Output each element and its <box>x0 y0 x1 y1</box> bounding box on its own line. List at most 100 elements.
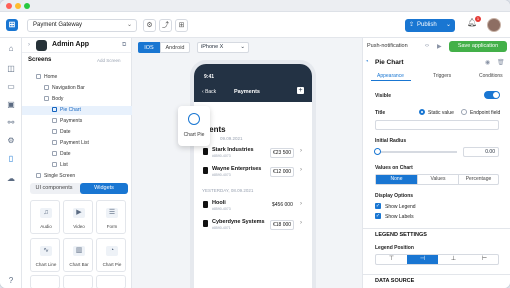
tree-item[interactable]: Single Screen <box>22 172 132 181</box>
tree-item[interactable]: Home <box>22 73 132 82</box>
show-legend-checkbox[interactable]: ✓ <box>375 203 381 209</box>
widget-card[interactable] <box>30 275 60 288</box>
widget-card[interactable]: ▥ Chart Bar <box>63 238 93 272</box>
chart-line-icon: ∿ <box>40 246 52 256</box>
video-icon: ▶ <box>73 208 85 218</box>
add-icon[interactable]: + <box>297 87 304 94</box>
eye-icon[interactable]: ◉ <box>485 59 490 66</box>
radius-input[interactable]: 0.00 <box>463 147 499 157</box>
title-input[interactable] <box>375 120 499 130</box>
screens-title: Screens <box>28 57 52 63</box>
datasource-section[interactable]: DATA SOURCE <box>363 274 510 286</box>
tab-conditions[interactable]: Conditions <box>469 71 509 81</box>
list-item[interactable]: Stark Industries #8590-4073 €23 500 › <box>200 144 308 162</box>
chevron-down-icon: ⌄ <box>126 22 132 28</box>
date-label: 09.09.2021 <box>220 136 243 141</box>
widget-card[interactable]: ◔ Chart Pie <box>96 238 126 272</box>
grid-icon[interactable]: ⊞ <box>175 19 188 32</box>
values-none[interactable]: None <box>376 175 417 184</box>
tree-item[interactable]: Body <box>22 95 132 104</box>
push-notification-button[interactable]: Push-notification <box>367 43 408 49</box>
visible-toggle[interactable] <box>484 91 500 99</box>
list-item[interactable]: Wayne Enterprises #8590-4073 €12 000 › <box>200 163 308 181</box>
tab-ios[interactable]: IOS <box>138 42 160 53</box>
top-toolbar: ⊞ Payment Gateway ⌄ ⚙ ⤴ ⊞ ⇪ Publish ⌄ 🔔︎… <box>0 12 510 38</box>
list-item[interactable]: Cyberdyne Systems #8590-4071 €18 000 › <box>200 216 308 234</box>
tab-triggers[interactable]: Triggers <box>423 71 457 81</box>
widget-card[interactable] <box>96 275 126 288</box>
cloud-icon[interactable]: ☁ <box>6 174 16 184</box>
tag-icon[interactable]: ▣ <box>6 100 16 110</box>
tab-appearance[interactable]: Appearance <box>371 71 411 81</box>
device-select[interactable]: iPhone X ⌄ <box>197 42 249 53</box>
left-rail: ⌂ ◫ ▭ ▣ ⚯ ⚙ ▯ ☁ ? <box>0 38 22 288</box>
screen-title: Payments <box>234 89 260 95</box>
publish-button[interactable]: ⇪ Publish ⌄ <box>405 19 455 32</box>
list-item[interactable]: Hooli #8590-4073 $456 000 › <box>200 197 308 215</box>
zoom-window-button[interactable] <box>24 3 30 9</box>
radio-static[interactable] <box>419 109 425 115</box>
copy-icon[interactable]: ⧉ <box>122 42 126 49</box>
phone-icon[interactable]: ▯ <box>6 154 16 164</box>
chevron-right-icon: › <box>300 167 302 173</box>
save-button[interactable]: Save application <box>449 41 507 52</box>
tree-item[interactable]: Navigation Bar <box>22 84 132 93</box>
tree-item[interactable]: Payment List <box>22 139 132 148</box>
notification-badge: 1 <box>475 16 481 22</box>
close-window-button[interactable] <box>6 3 12 9</box>
text-icon <box>52 151 57 157</box>
tree-item[interactable]: Date <box>22 128 132 137</box>
project-select[interactable]: Payment Gateway ⌄ <box>27 19 137 32</box>
settings-icon[interactable]: ⚙ <box>143 19 156 32</box>
trash-icon[interactable]: 🗑︎ <box>497 59 505 66</box>
radius-slider[interactable] <box>377 151 457 153</box>
legend-section[interactable]: LEGEND SETTINGS <box>363 228 510 240</box>
document-icon <box>203 167 208 174</box>
help-icon[interactable]: ? <box>6 276 16 286</box>
title-label: Title <box>375 110 386 116</box>
tab-android[interactable]: Android <box>160 42 190 53</box>
audio-icon: ♫ <box>40 208 52 218</box>
tree-item[interactable]: Date <box>22 150 132 159</box>
radio-endpoint[interactable] <box>461 109 467 115</box>
widget-card[interactable]: ☰ Form <box>96 200 126 234</box>
show-labels-checkbox[interactable]: ✓ <box>375 213 381 219</box>
tree-item[interactable]: Payments <box>22 117 132 126</box>
widget-card[interactable]: ♫ Audio <box>30 200 60 234</box>
back-button[interactable]: ‹ Back <box>202 89 216 95</box>
tree-item-selected[interactable]: Pie Chart <box>22 106 132 115</box>
app-logo-icon[interactable]: ⊞ <box>6 19 18 31</box>
cube-icon[interactable]: ◫ <box>6 64 16 74</box>
widget-card[interactable] <box>63 275 93 288</box>
link-icon[interactable]: ⚯ <box>6 118 16 128</box>
legend-right-icon[interactable]: ⊢ <box>469 255 500 264</box>
component-title: Pie Chart <box>375 59 404 66</box>
play-icon[interactable]: ▶ <box>437 43 442 50</box>
minimize-window-button[interactable] <box>15 3 21 9</box>
code-icon[interactable]: ‹› <box>425 43 429 49</box>
share-icon[interactable]: ⤴ <box>159 19 172 32</box>
dragged-widget[interactable]: Chart Pie <box>178 106 210 146</box>
tab-widgets[interactable]: Widgets <box>80 183 128 194</box>
legend-bottom-icon[interactable]: ⊥ <box>438 255 469 264</box>
values-values[interactable]: Values <box>417 175 458 184</box>
legend-left-icon[interactable]: ⊣ <box>407 255 438 264</box>
values-segment: None Values Percentage <box>375 174 499 185</box>
chevron-right-icon[interactable]: › <box>28 42 30 48</box>
settings-icon[interactable]: ⚙ <box>6 136 16 146</box>
home-icon[interactable]: ⌂ <box>6 44 16 54</box>
values-percentage[interactable]: Percentage <box>458 175 498 184</box>
layout-icon[interactable]: ▭ <box>6 82 16 92</box>
visible-label: Visible <box>375 93 392 99</box>
radius-slider-handle[interactable] <box>374 148 381 155</box>
radius-label: Initial Radius <box>375 138 407 144</box>
widget-card[interactable]: ∿ Chart Line <box>30 238 60 272</box>
widget-card[interactable]: ▶ Video <box>63 200 93 234</box>
properties-panel: ‹› ▶ Save application Pie Chart ◔ ◉ 🗑︎ A… <box>362 38 510 288</box>
tab-ui-components[interactable]: UI components <box>30 183 78 194</box>
add-screen-button[interactable]: Add Screen <box>97 58 121 63</box>
tree-item[interactable]: List <box>22 161 132 170</box>
list-icon <box>52 162 57 168</box>
legend-top-icon[interactable]: ⊤ <box>376 255 407 264</box>
avatar[interactable] <box>487 18 501 32</box>
